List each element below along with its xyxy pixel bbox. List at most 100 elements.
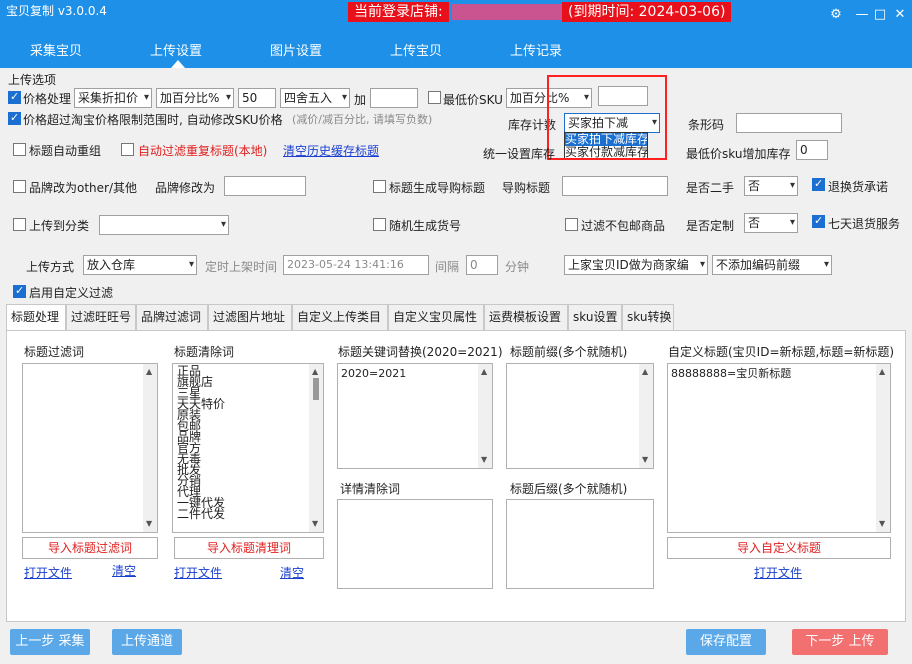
save-config-button[interactable]: 保存配置 (686, 629, 766, 655)
highlight-box (547, 75, 667, 160)
price-calc-select[interactable]: 加百分比% ▾ (156, 88, 234, 108)
custom-title-label: 自定义标题(宝贝ID=新标题,标题=新标题) (668, 345, 895, 359)
scroll-up-icon: ▲ (642, 367, 649, 376)
tab-sku-settings[interactable]: sku设置 (568, 304, 622, 330)
import-filter-button[interactable]: 导入标题过滤词 (22, 537, 158, 559)
chevron-down-icon: ▾ (823, 259, 829, 270)
tab-filter-image-url[interactable]: 过滤图片地址 (208, 304, 292, 330)
barcode-input[interactable] (736, 113, 842, 133)
upload-category-label: 上传到分类 (29, 219, 90, 233)
random-code-checkbox[interactable] (373, 218, 386, 231)
open-file-link[interactable]: 打开文件 (174, 564, 222, 581)
chevron-down-icon: ▾ (341, 92, 347, 103)
minimize-icon[interactable]: — (854, 8, 870, 22)
scrollbar[interactable]: ▲ ▼ (478, 364, 492, 468)
open-file-link[interactable]: 打开文件 (24, 564, 72, 581)
tab-upload-records[interactable]: 上传记录 (510, 40, 562, 59)
clear-link[interactable]: 清空 (112, 562, 136, 579)
detail-clean-label: 详情清除词 (340, 482, 401, 496)
clean-words-list[interactable]: 正品 旗舰店 三星 天天特价 原装 包邮 品牌 官方 无毒 批发 分销 代理 一键代发 二件代发 ▲ ▼ (172, 363, 324, 533)
scroll-down-icon: ▼ (481, 455, 488, 464)
store-name-redacted (452, 4, 564, 20)
close-icon[interactable]: ✕ (892, 8, 908, 22)
filter-words-list[interactable]: ▲ ▼ (22, 363, 158, 533)
upload-category-checkbox[interactable] (13, 218, 26, 231)
settings-icon[interactable]: ⚙ (828, 8, 844, 22)
custom-filter-checkbox[interactable] (13, 284, 26, 298)
active-tab-caret (171, 60, 185, 68)
scroll-down-icon: ▼ (642, 455, 649, 464)
guide-title-input[interactable] (562, 176, 668, 196)
exceed-limit-checkbox[interactable] (8, 111, 21, 125)
next-upload-button[interactable]: 下一步 上传 (792, 629, 888, 655)
tab-shipping-template[interactable]: 运费模板设置 (484, 304, 568, 330)
scrollbar[interactable]: ▲ ▼ (309, 364, 323, 532)
exceed-limit-hint: (减价/减百分比, 请填写负数) (292, 113, 433, 126)
chevron-down-icon: ▾ (699, 259, 705, 270)
scroll-up-icon: ▲ (481, 367, 488, 376)
min-sku-stock-input[interactable]: 0 (796, 140, 828, 160)
tab-brand-filter[interactable]: 品牌过滤词 (136, 304, 208, 330)
title-regroup-checkbox[interactable] (13, 143, 26, 156)
price-process-checkbox[interactable] (8, 90, 21, 104)
upload-mode-select[interactable]: 放入仓库 ▾ (83, 255, 197, 275)
scrollbar[interactable]: ▲ ▼ (639, 364, 653, 468)
open-file-link[interactable]: 打开文件 (754, 564, 802, 581)
keyword-replace-list[interactable]: 2020=2021 ▲ ▼ (337, 363, 493, 469)
return-promise-checkbox[interactable] (812, 177, 825, 191)
seven-day-label: 七天退货服务 (828, 217, 901, 231)
clear-history-link[interactable]: 清空历史缓存标题 (283, 142, 379, 159)
detail-clean-list[interactable] (337, 499, 493, 589)
upload-category-select[interactable]: ▾ (99, 215, 229, 235)
upload-channel-button[interactable]: 上传通道 (112, 629, 182, 655)
seven-day-checkbox[interactable] (812, 214, 825, 228)
tab-collect[interactable]: 采集宝贝 (30, 40, 82, 59)
auto-filter-dup-checkbox[interactable] (121, 143, 134, 156)
interval-label: 间隔 (435, 260, 460, 274)
chevron-down-icon: ▾ (143, 92, 149, 103)
tab-custom-attributes[interactable]: 自定义宝贝属性 (388, 304, 484, 330)
price-mode-select[interactable]: 采集折扣价 ▾ (74, 88, 152, 108)
import-clean-button[interactable]: 导入标题清理词 (174, 537, 324, 559)
guide-title-checkbox[interactable] (373, 180, 386, 193)
rounding-select[interactable]: 四舍五入 ▾ (280, 88, 350, 108)
min-sku-stock-label: 最低价sku增加库存 (686, 147, 791, 161)
import-custom-button[interactable]: 导入自定义标题 (667, 537, 891, 559)
interval-input[interactable]: 0 (466, 255, 498, 275)
custom-made-select[interactable]: 否 ▾ (744, 213, 798, 233)
scroll-up-icon: ▲ (879, 367, 886, 376)
timed-input[interactable]: 2023-05-24 13:41:16 (283, 255, 429, 275)
tab-filter-wangwang[interactable]: 过滤旺旺号 (66, 304, 136, 330)
suffix-list[interactable] (506, 499, 654, 589)
tab-image-settings[interactable]: 图片设置 (270, 40, 322, 59)
price-value-input[interactable]: 50 (238, 88, 276, 108)
filter-no-shipping-label: 过滤不包邮商品 (581, 219, 666, 233)
scrollbar[interactable]: ▲ ▼ (143, 364, 157, 532)
brand-other-checkbox[interactable] (13, 180, 26, 193)
clean-words-label: 标题清除词 (174, 345, 235, 359)
clear-link[interactable]: 清空 (280, 564, 304, 581)
scroll-down-icon: ▼ (146, 519, 153, 528)
tab-custom-category[interactable]: 自定义上传类目 (292, 304, 388, 330)
custom-title-list[interactable]: 88888888=宝贝新标题 ▲ ▼ (667, 363, 891, 533)
tab-sku-convert[interactable]: sku转换 (622, 304, 674, 330)
guide-title-label: 标题生成导购标题 (389, 181, 486, 195)
filter-no-shipping-checkbox[interactable] (565, 218, 578, 231)
chevron-down-icon: ▾ (225, 92, 231, 103)
prefix-list[interactable]: ▲ ▼ (506, 363, 654, 469)
tab-title-process[interactable]: 标题处理 (6, 304, 66, 330)
maximize-icon[interactable]: □ (872, 8, 888, 22)
min-sku-checkbox[interactable] (428, 91, 441, 104)
prefix-select[interactable]: 不添加编码前缀 ▾ (712, 255, 832, 275)
scrollbar[interactable]: ▲ ▼ (876, 364, 890, 532)
brand-modify-input[interactable] (224, 176, 306, 196)
tab-upload-settings[interactable]: 上传设置 (150, 40, 202, 59)
prev-collect-button[interactable]: 上一步 采集 (10, 629, 90, 655)
brand-other-label: 品牌改为other/其他 (29, 181, 138, 195)
keyword-replace-label: 标题关键词替换(2020=2021) (338, 345, 503, 359)
chevron-down-icon: ▾ (188, 259, 194, 270)
second-hand-select[interactable]: 否 ▾ (744, 176, 798, 196)
add-value-input[interactable] (370, 88, 418, 108)
tab-upload-items[interactable]: 上传宝贝 (390, 40, 442, 59)
merchant-code-select[interactable]: 上家宝贝ID做为商家编 ▾ (564, 255, 708, 275)
